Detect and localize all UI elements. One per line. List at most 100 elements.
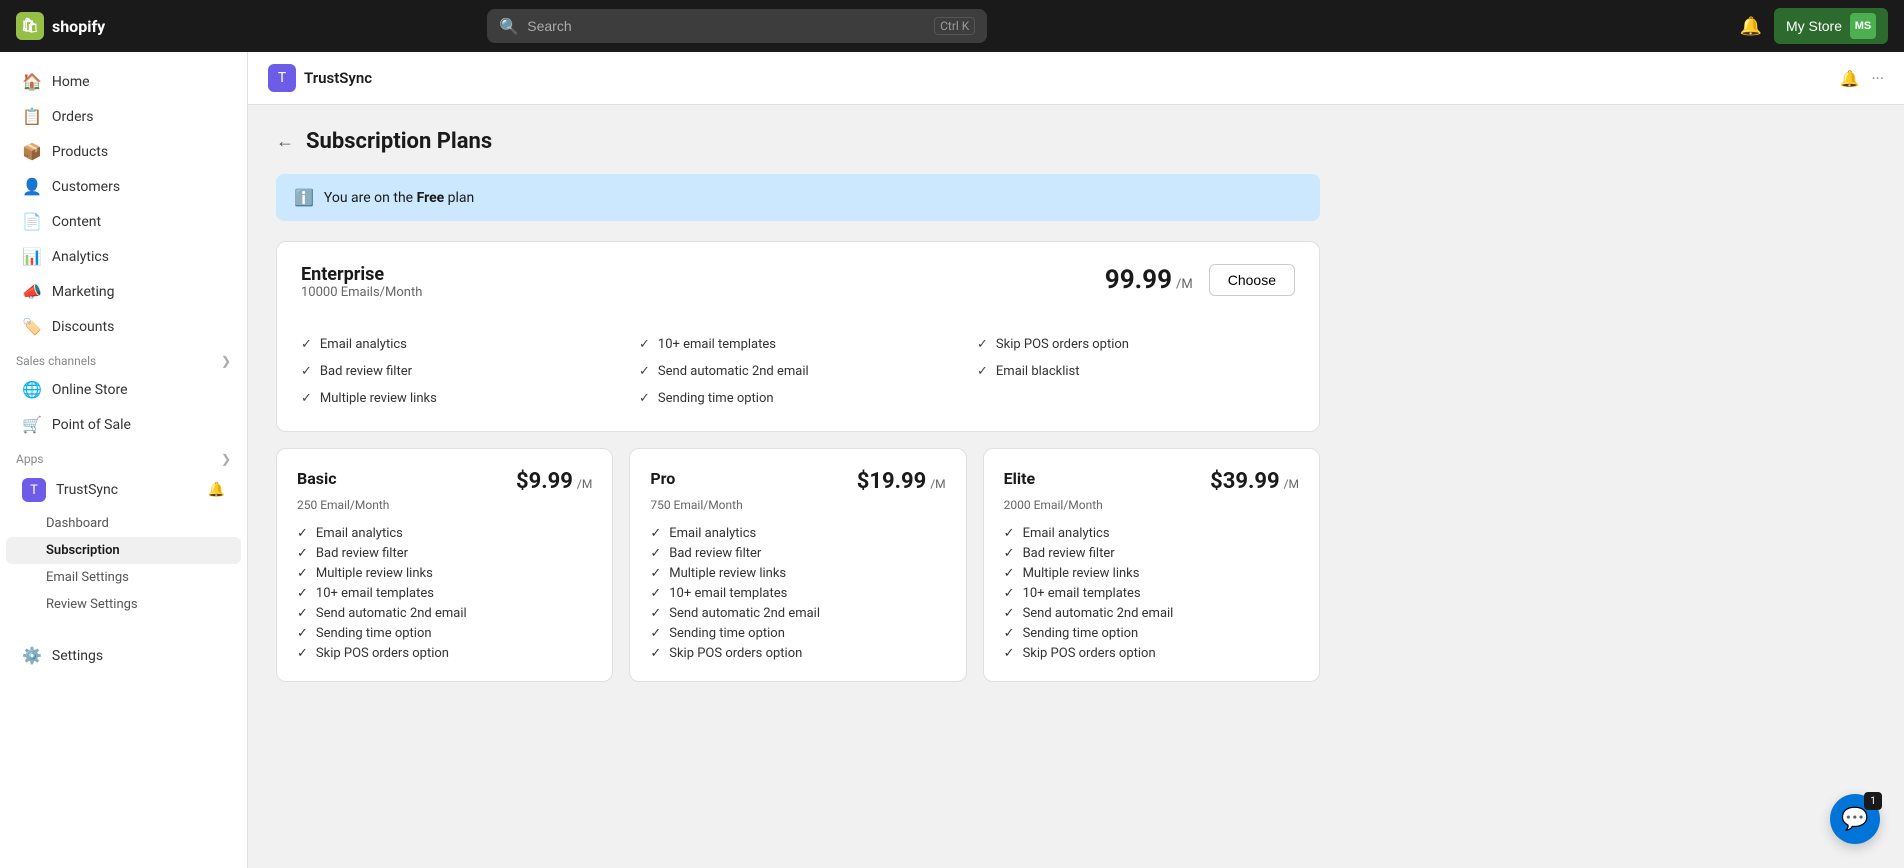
elite-plan-name: Elite bbox=[1004, 469, 1036, 488]
basic-f6: ✓Sending time option bbox=[297, 626, 592, 641]
sidebar-subitem-review-settings[interactable]: Review Settings bbox=[6, 591, 241, 618]
feature-label: Multiple review links bbox=[320, 391, 437, 406]
check-icon: ✓ bbox=[650, 526, 661, 541]
notification-bell-icon[interactable]: 🔔 bbox=[1740, 16, 1762, 37]
store-name: My Store bbox=[1786, 18, 1842, 34]
review-settings-label: Review Settings bbox=[46, 597, 138, 612]
pro-f6: ✓Sending time option bbox=[650, 626, 945, 641]
sidebar-item-label: Online Store bbox=[52, 382, 128, 398]
feature-label: Send automatic 2nd email bbox=[658, 364, 809, 379]
store-button[interactable]: My Store MS bbox=[1774, 8, 1888, 44]
discounts-icon: 🏷️ bbox=[22, 317, 42, 336]
sidebar-item-marketing[interactable]: 📣 Marketing bbox=[6, 274, 241, 309]
basic-f1: ✓Email analytics bbox=[297, 526, 592, 541]
enterprise-price-amount: 99.99 bbox=[1105, 265, 1172, 295]
sidebar-subitem-subscription[interactable]: Subscription bbox=[6, 537, 241, 564]
elite-f1: ✓Email analytics bbox=[1004, 526, 1299, 541]
elite-f3: ✓Multiple review links bbox=[1004, 566, 1299, 581]
sidebar-item-discounts[interactable]: 🏷️ Discounts bbox=[6, 309, 241, 344]
pro-price: $19.99 bbox=[857, 469, 927, 494]
check-icon: ✓ bbox=[297, 526, 308, 541]
enterprise-plan-header: Enterprise 10000 Emails/Month 99.99 /M C… bbox=[301, 264, 1295, 318]
sidebar-item-analytics[interactable]: 📊 Analytics bbox=[6, 239, 241, 274]
pro-f7: ✓Skip POS orders option bbox=[650, 646, 945, 661]
search-input[interactable] bbox=[527, 18, 926, 34]
elite-price: $39.99 bbox=[1210, 469, 1280, 494]
subscription-label: Subscription bbox=[46, 543, 120, 558]
apps-label: Apps bbox=[16, 452, 44, 466]
pro-f3: ✓Multiple review links bbox=[650, 566, 945, 581]
check-icon: ✓ bbox=[301, 391, 312, 406]
sidebar-item-label: Analytics bbox=[52, 249, 109, 265]
elite-plan-price-wrap: $39.99 /M bbox=[1210, 469, 1299, 494]
check-icon: ✓ bbox=[297, 646, 308, 661]
info-banner: ℹ️ You are on the Free plan bbox=[276, 174, 1320, 221]
apps-section: Apps ❯ bbox=[0, 442, 247, 470]
sidebar-item-label: Marketing bbox=[52, 284, 115, 300]
pro-features: ✓Email analytics ✓Bad review filter ✓Mul… bbox=[650, 526, 945, 661]
header-more-icon[interactable]: ··· bbox=[1871, 69, 1884, 88]
sidebar-item-home[interactable]: 🏠 Home bbox=[6, 64, 241, 99]
pro-f4: ✓10+ email templates bbox=[650, 586, 945, 601]
sidebar-item-trustsync[interactable]: T TrustSync 🔔 bbox=[6, 470, 241, 510]
check-icon: ✓ bbox=[301, 364, 312, 379]
app-header-left: T TrustSync bbox=[268, 64, 372, 92]
search-icon: 🔍 bbox=[499, 17, 519, 36]
elite-f5: ✓Send automatic 2nd email bbox=[1004, 606, 1299, 621]
basic-f7: ✓Skip POS orders option bbox=[297, 646, 592, 661]
basic-f5: ✓Send automatic 2nd email bbox=[297, 606, 592, 621]
pro-plan-header: Pro $19.99 /M bbox=[650, 469, 945, 494]
page-content: ← Subscription Plans ℹ️ You are on the F… bbox=[248, 105, 1348, 706]
enterprise-plan-info: Enterprise 10000 Emails/Month bbox=[301, 264, 422, 318]
check-icon: ✓ bbox=[639, 391, 650, 406]
topnav-right: 🔔 My Store MS bbox=[1740, 8, 1888, 44]
elite-emails: 2000 Email/Month bbox=[1004, 498, 1299, 512]
sidebar-item-label: Content bbox=[52, 214, 101, 230]
app-header-right: 🔔 ··· bbox=[1840, 69, 1884, 88]
sidebar-item-label: Home bbox=[52, 74, 90, 90]
customers-icon: 👤 bbox=[22, 177, 42, 196]
basic-plan-card: Basic $9.99 /M 250 Email/Month ✓Email an… bbox=[276, 448, 613, 682]
pro-plan-price-wrap: $19.99 /M bbox=[857, 469, 946, 494]
basic-f4: ✓10+ email templates bbox=[297, 586, 592, 601]
sales-channels-label: Sales channels bbox=[16, 354, 96, 368]
feature-label: 10+ email templates bbox=[658, 337, 776, 352]
sidebar-subitem-dashboard[interactable]: Dashboard bbox=[6, 510, 241, 537]
enterprise-plan-name: Enterprise bbox=[301, 264, 422, 285]
sidebar-item-point-of-sale[interactable]: 🛒 Point of Sale bbox=[6, 407, 241, 442]
sidebar-item-products[interactable]: 📦 Products bbox=[6, 134, 241, 169]
page-title-row: ← Subscription Plans bbox=[276, 129, 1320, 154]
sidebar-item-content[interactable]: 📄 Content bbox=[6, 204, 241, 239]
home-icon: 🏠 bbox=[22, 72, 42, 91]
sidebar-item-label: Products bbox=[52, 144, 108, 160]
app-header: T TrustSync 🔔 ··· bbox=[248, 52, 1904, 105]
chat-button[interactable]: 💬 1 bbox=[1830, 794, 1880, 844]
back-button[interactable]: ← bbox=[276, 131, 294, 152]
elite-f4: ✓10+ email templates bbox=[1004, 586, 1299, 601]
chat-icon: 💬 bbox=[1841, 807, 1868, 832]
expand-icon[interactable]: ❯ bbox=[221, 354, 231, 368]
header-bell-icon[interactable]: 🔔 bbox=[1840, 69, 1860, 88]
sidebar-item-label: Point of Sale bbox=[52, 417, 131, 433]
sidebar-subitem-email-settings[interactable]: Email Settings bbox=[6, 564, 241, 591]
elite-features: ✓Email analytics ✓Bad review filter ✓Mul… bbox=[1004, 526, 1299, 661]
basic-features: ✓Email analytics ✓Bad review filter ✓Mul… bbox=[297, 526, 592, 661]
check-icon: ✓ bbox=[650, 626, 661, 641]
sidebar-item-customers[interactable]: 👤 Customers bbox=[6, 169, 241, 204]
sidebar-item-orders[interactable]: 📋 Orders bbox=[6, 99, 241, 134]
sidebar-item-label: Discounts bbox=[52, 319, 114, 335]
sales-channels-section: Sales channels ❯ bbox=[0, 344, 247, 372]
trustsync-label: TrustSync bbox=[56, 482, 118, 498]
pro-plan-name: Pro bbox=[650, 469, 675, 488]
check-icon: ✓ bbox=[650, 546, 661, 561]
sidebar-item-settings[interactable]: ⚙️ Settings bbox=[6, 638, 241, 673]
check-icon: ✓ bbox=[297, 626, 308, 641]
content-icon: 📄 bbox=[22, 212, 42, 231]
enterprise-choose-button[interactable]: Choose bbox=[1209, 264, 1295, 296]
apps-expand-icon[interactable]: ❯ bbox=[221, 452, 231, 466]
check-icon: ✓ bbox=[297, 546, 308, 561]
sidebar-item-online-store[interactable]: 🌐 Online Store bbox=[6, 372, 241, 407]
check-icon: ✓ bbox=[639, 364, 650, 379]
search-bar[interactable]: 🔍 Ctrl K bbox=[487, 9, 987, 43]
basic-f3: ✓Multiple review links bbox=[297, 566, 592, 581]
